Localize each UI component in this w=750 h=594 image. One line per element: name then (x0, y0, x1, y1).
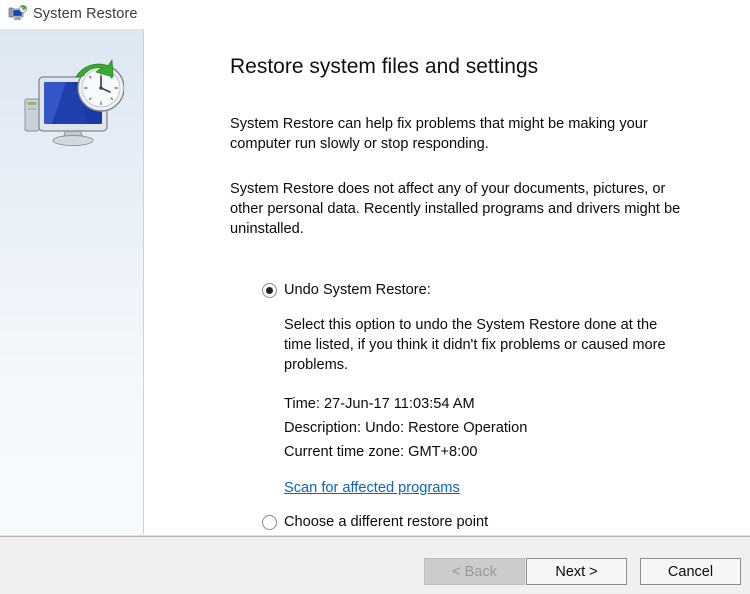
radio-option-choose-different-restore-point[interactable]: Choose a different restore point (262, 513, 488, 532)
system-restore-icon (8, 5, 28, 23)
intro-paragraph-1: System Restore can help fix problems tha… (230, 116, 648, 152)
restore-point-timezone: Current time zone: GMT+8:00 (284, 444, 478, 460)
back-button[interactable]: < Back (424, 558, 525, 585)
restore-point-time: Time: 27-Jun-17 11:03:54 AM (284, 396, 475, 412)
system-restore-computer-clock-illustration (22, 57, 125, 153)
radio-option-undo-label: Undo System Restore: (284, 282, 431, 298)
radio-option-choose-label: Choose a different restore point (284, 514, 489, 530)
sidebar-banner (0, 29, 144, 534)
content-pane: Restore system files and settings System… (145, 29, 750, 534)
page-title: Restore system files and settings (230, 55, 539, 78)
radio-button-unselected-icon[interactable] (262, 515, 277, 530)
footer-bar: < Back Next > Cancel (0, 535, 750, 594)
next-button[interactable]: Next > (526, 558, 627, 585)
radio-option-undo-system-restore[interactable]: Undo System Restore: (262, 281, 431, 300)
window-title: System Restore (33, 6, 138, 22)
undo-option-description: Select this option to undo the System Re… (284, 317, 666, 373)
title-bar: System Restore (0, 0, 750, 29)
radio-button-selected-icon[interactable] (262, 283, 277, 298)
intro-paragraph-2: System Restore does not affect any of yo… (230, 181, 681, 237)
cancel-button[interactable]: Cancel (640, 558, 741, 585)
scan-for-affected-programs-link[interactable]: Scan for affected programs (284, 479, 460, 498)
restore-point-description: Description: Undo: Restore Operation (284, 420, 528, 436)
